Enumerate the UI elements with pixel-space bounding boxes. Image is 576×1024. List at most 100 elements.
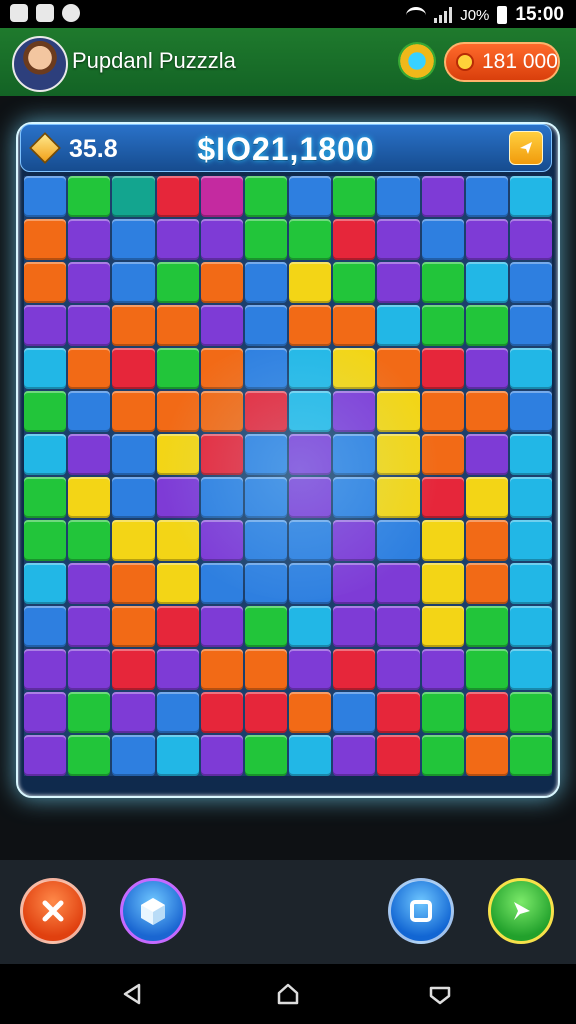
puzzle-piece[interactable] [421,434,464,475]
puzzle-piece[interactable] [377,692,420,733]
puzzle-piece[interactable] [68,434,111,475]
nav-home-button[interactable] [272,980,304,1008]
puzzle-piece[interactable] [244,176,287,217]
puzzle-piece[interactable] [24,391,67,432]
puzzle-piece[interactable] [509,434,552,475]
puzzle-piece[interactable] [68,606,111,647]
puzzle-piece[interactable] [68,563,111,604]
puzzle-piece[interactable] [509,606,552,647]
puzzle-piece[interactable] [333,305,376,346]
puzzle-piece[interactable] [68,176,111,217]
puzzle-piece[interactable] [333,176,376,217]
puzzle-piece[interactable] [156,477,199,518]
puzzle-piece[interactable] [244,649,287,690]
puzzle-piece[interactable] [112,520,155,561]
puzzle-piece[interactable] [421,391,464,432]
puzzle-piece[interactable] [24,735,67,776]
puzzle-piece[interactable] [68,735,111,776]
puzzle-piece[interactable] [244,692,287,733]
puzzle-piece[interactable] [156,606,199,647]
puzzle-piece[interactable] [465,348,508,389]
puzzle-piece[interactable] [465,520,508,561]
puzzle-piece[interactable] [333,606,376,647]
puzzle-piece[interactable] [421,262,464,303]
puzzle-piece[interactable] [68,348,111,389]
puzzle-piece[interactable] [421,477,464,518]
puzzle-piece[interactable] [24,176,67,217]
puzzle-piece[interactable] [156,434,199,475]
puzzle-piece[interactable] [377,606,420,647]
puzzle-piece[interactable] [509,262,552,303]
puzzle-piece[interactable] [465,305,508,346]
puzzle-piece[interactable] [289,305,332,346]
puzzle-piece[interactable] [465,692,508,733]
puzzle-piece[interactable] [421,563,464,604]
puzzle-piece[interactable] [200,434,243,475]
stop-button[interactable] [388,878,454,944]
puzzle-piece[interactable] [377,262,420,303]
puzzle-piece[interactable] [112,735,155,776]
rank-badge-icon[interactable] [398,42,436,80]
puzzle-piece[interactable] [68,520,111,561]
puzzle-piece[interactable] [156,692,199,733]
puzzle-piece[interactable] [24,305,67,346]
puzzle-piece[interactable] [465,219,508,260]
puzzle-piece[interactable] [24,563,67,604]
puzzle-piece[interactable] [421,520,464,561]
nav-back-button[interactable] [116,980,148,1008]
puzzle-piece[interactable] [112,434,155,475]
puzzle-piece[interactable] [68,391,111,432]
puzzle-piece[interactable] [24,219,67,260]
puzzle-piece[interactable] [289,176,332,217]
puzzle-piece[interactable] [509,649,552,690]
puzzle-piece[interactable] [244,262,287,303]
puzzle-piece[interactable] [377,219,420,260]
puzzle-piece[interactable] [333,391,376,432]
puzzle-piece[interactable] [68,477,111,518]
puzzle-piece[interactable] [200,391,243,432]
puzzle-piece[interactable] [244,348,287,389]
puzzle-piece[interactable] [289,219,332,260]
hint-button[interactable] [509,131,543,165]
puzzle-piece[interactable] [156,391,199,432]
puzzle-piece[interactable] [68,219,111,260]
puzzle-piece[interactable] [289,606,332,647]
puzzle-piece[interactable] [509,391,552,432]
puzzle-piece[interactable] [156,520,199,561]
puzzle-grid[interactable] [24,176,552,776]
next-button[interactable] [488,878,554,944]
puzzle-piece[interactable] [465,176,508,217]
puzzle-piece[interactable] [289,563,332,604]
puzzle-piece[interactable] [68,692,111,733]
puzzle-piece[interactable] [24,348,67,389]
puzzle-piece[interactable] [112,262,155,303]
puzzle-piece[interactable] [24,262,67,303]
puzzle-piece[interactable] [421,606,464,647]
puzzle-piece[interactable] [244,606,287,647]
puzzle-piece[interactable] [289,262,332,303]
puzzle-piece[interactable] [421,219,464,260]
coin-balance-button[interactable]: 181 000 [444,42,560,82]
puzzle-piece[interactable] [24,477,67,518]
puzzle-piece[interactable] [289,692,332,733]
puzzle-piece[interactable] [333,735,376,776]
puzzle-piece[interactable] [289,348,332,389]
puzzle-piece[interactable] [244,219,287,260]
puzzle-piece[interactable] [465,563,508,604]
puzzle-piece[interactable] [421,735,464,776]
puzzle-piece[interactable] [289,434,332,475]
puzzle-piece[interactable] [333,262,376,303]
puzzle-piece[interactable] [421,176,464,217]
puzzle-piece[interactable] [333,692,376,733]
puzzle-piece[interactable] [200,262,243,303]
puzzle-piece[interactable] [509,305,552,346]
avatar[interactable] [12,36,68,92]
puzzle-piece[interactable] [112,219,155,260]
puzzle-piece[interactable] [509,692,552,733]
puzzle-piece[interactable] [465,434,508,475]
puzzle-piece[interactable] [24,692,67,733]
puzzle-piece[interactable] [244,305,287,346]
puzzle-piece[interactable] [156,348,199,389]
puzzle-piece[interactable] [156,735,199,776]
puzzle-piece[interactable] [509,176,552,217]
